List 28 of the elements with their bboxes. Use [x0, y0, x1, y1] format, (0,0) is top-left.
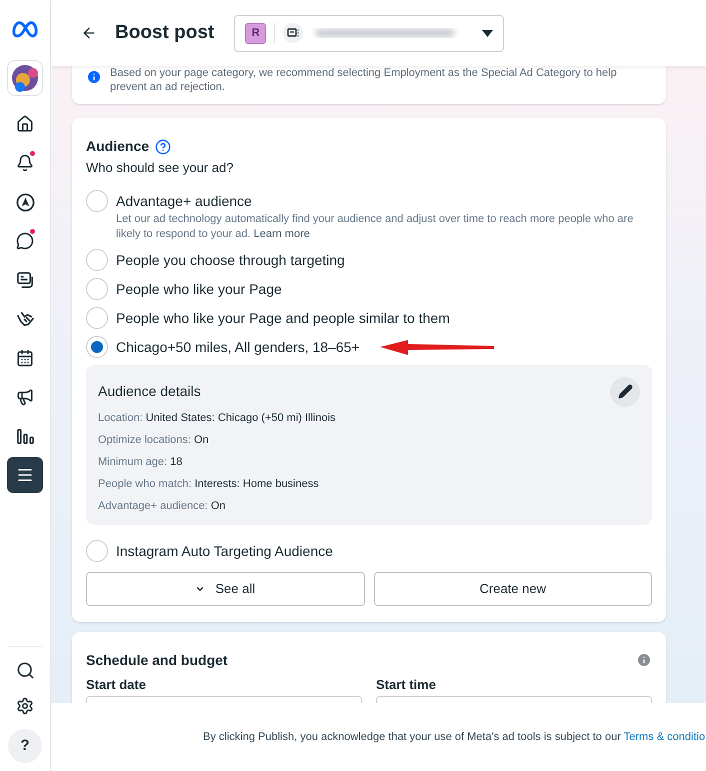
option-description: Let our ad technology automatically find your audience and adjust over time to reach more people who are likely to respond to your ad. Learn more [116, 212, 634, 242]
help-button[interactable]: ? [8, 729, 42, 763]
field-label: Start time [376, 676, 437, 694]
section-subtitle: Who should see your ad? [86, 159, 234, 177]
detail-row-text: Optimize locations: On [98, 432, 210, 446]
footer-text: By clicking Publish, you acknowledge that your use of Meta's ad tools is subject to our Terms & conditio [203, 730, 706, 745]
option-label[interactable]: People you choose through targeting [116, 248, 345, 270]
option-label[interactable]: Chicago+50 miles, All genders, 18–65+ [116, 336, 360, 358]
details-title: Audience details [98, 382, 201, 401]
account-initial: R [245, 22, 266, 44]
option-label[interactable]: Advantage+ audience [116, 190, 652, 212]
page-title: Boost post [115, 20, 214, 45]
notice-text: Based on your page category, we recommend selecting Employment as the Special Ad Category to help prevent an ad rejection. [110, 66, 618, 94]
learn-more-link[interactable]: Learn more [254, 228, 310, 240]
detail-row-text: Minimum age: 18 [98, 454, 184, 468]
field-label: Start date [86, 676, 147, 694]
create-new-button[interactable]: Create new [374, 572, 652, 606]
detail-row-text: Advantage+ audience: On [98, 498, 227, 512]
detail-row-text: People who match: Interests: Home business [98, 476, 320, 490]
option-label[interactable]: People who like your Page and people similar to them [116, 306, 450, 328]
section-title: Schedule and budget [86, 650, 228, 670]
detail-row-text: Location: United States: Chicago (+50 mi) Illinois [98, 410, 337, 424]
option-label[interactable]: Instagram Auto Targeting Audience [116, 540, 333, 562]
section-title: Audience [86, 137, 150, 156]
see-all-button[interactable]: See all [86, 572, 364, 606]
account-selector[interactable]: R [234, 14, 504, 52]
option-label[interactable]: People who like your Page [116, 278, 282, 300]
terms-link[interactable]: Terms & conditio [624, 730, 706, 743]
